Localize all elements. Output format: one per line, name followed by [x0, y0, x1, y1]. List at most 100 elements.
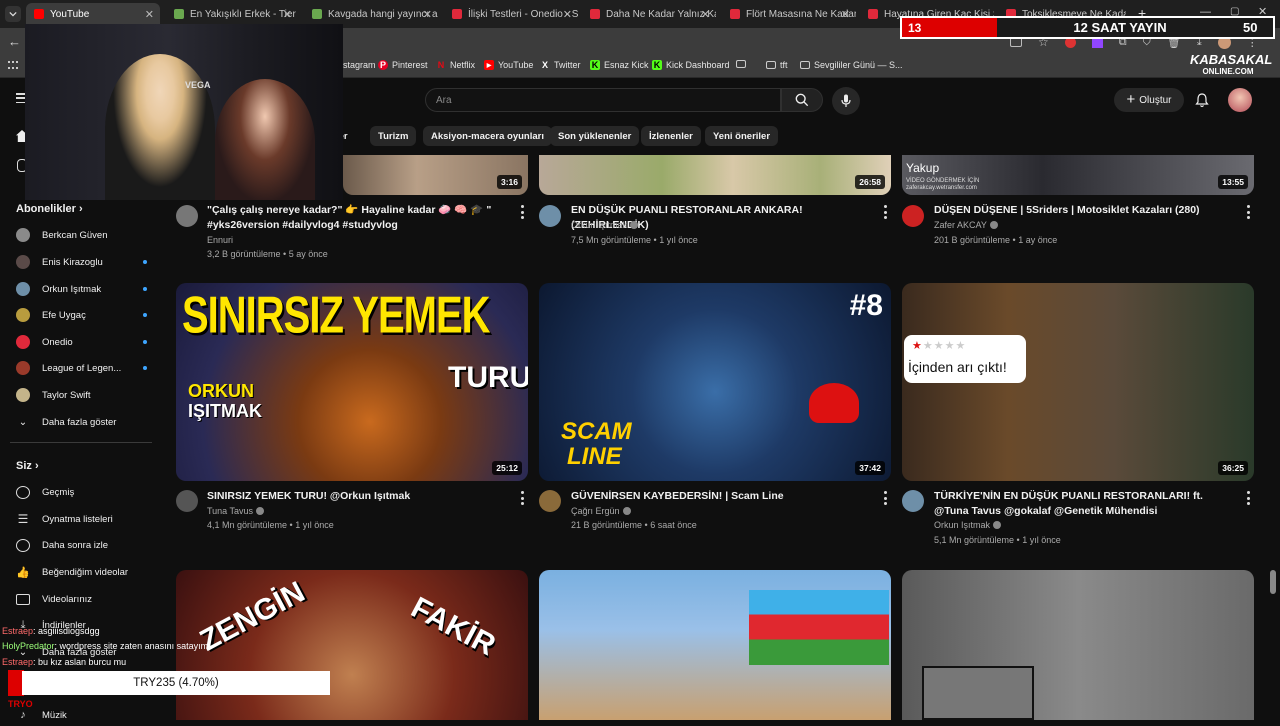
browser-tab[interactable]: İlişki Testleri - Onedio - Su ✕	[444, 3, 578, 25]
you-header[interactable]: Siz ›	[16, 460, 39, 472]
notifications-bell-icon[interactable]	[1192, 90, 1212, 110]
video-menu-icon[interactable]	[519, 205, 525, 219]
subscriptions-header[interactable]: Abonelikler ›	[16, 203, 83, 215]
close-tab-icon[interactable]: ✕	[145, 8, 154, 21]
chip-son-yuklenenler[interactable]: Son yüklenenler	[550, 126, 640, 146]
bookmark-youtube[interactable]: ▶ YouTube	[484, 60, 533, 70]
video-title[interactable]: "Çalış çalış nereye kadar?" 👉 Hayaline k…	[207, 203, 492, 233]
search-input[interactable]: Ara	[425, 88, 781, 112]
create-label: Oluştur	[1139, 94, 1172, 106]
bookmark-kick-dashboard[interactable]: K Kick Dashboard	[652, 60, 730, 70]
channel-avatar[interactable]	[902, 205, 924, 227]
video-thumbnail[interactable]	[539, 570, 891, 720]
apps-grid-icon[interactable]	[8, 61, 18, 71]
chip-yeni-oneriler[interactable]: Yeni öneriler	[705, 126, 779, 146]
thumbnail-text: ZENGİN	[194, 575, 311, 658]
sidebar-sub-orkun[interactable]: Orkun Işıtmak	[10, 278, 155, 300]
bookmark-twitter[interactable]: X Twitter	[540, 60, 581, 70]
video-menu-icon[interactable]	[1245, 491, 1251, 505]
video-thumbnail[interactable]: Yakup VİDEO GÖNDERMEK İÇİN zaferakcay.we…	[902, 155, 1254, 195]
bookmark-instagram[interactable]: stagram	[343, 60, 376, 70]
video-title[interactable]: SINIRSIZ YEMEK TURU! @Orkun Işıtmak	[207, 489, 507, 504]
video-menu-icon[interactable]	[1245, 205, 1251, 219]
channel-name[interactable]: Çağrı Ergün	[571, 506, 631, 516]
new-content-dot	[143, 340, 147, 344]
video-thumbnail[interactable]: 3:16	[343, 155, 528, 195]
video-thumbnail[interactable]: ★★★★★ İçinden arı çıktı! 36:25	[902, 283, 1254, 481]
sidebar-your-videos[interactable]: Videolarınız	[10, 588, 155, 610]
bookmark-esnaz-kick[interactable]: K Esnaz Kick	[590, 60, 649, 70]
playlist-icon: ☰	[17, 512, 29, 526]
sidebar-sub-efe[interactable]: Efe Uygaç	[10, 304, 155, 326]
voice-search-button[interactable]	[832, 87, 860, 115]
verified-icon	[622, 507, 631, 515]
bookmark-folder[interactable]	[736, 60, 746, 68]
browser-tab[interactable]: Flört Masasına Ne Kadar ✕	[722, 3, 856, 25]
sidebar-history[interactable]: Geçmiş	[10, 481, 155, 503]
browser-tab[interactable]: Kavgada hangi yayıncı alır ✕	[304, 3, 438, 25]
bookmark-tft[interactable]: tft	[766, 60, 788, 70]
channel-avatar[interactable]	[176, 490, 198, 512]
chip-aksiyon[interactable]: Aksiyon-macera oyunları	[423, 126, 552, 146]
close-tab-icon[interactable]: ✕	[283, 8, 292, 21]
channel-name[interactable]: Orkun Işıtmak	[934, 520, 1002, 530]
close-tab-icon[interactable]: ✕	[423, 8, 432, 21]
sidebar-sub-lol[interactable]: League of Legen...	[10, 357, 155, 379]
channel-name[interactable]: Ennuri	[207, 235, 233, 245]
sidebar-sub-enis[interactable]: Enis Kirazoglu	[10, 251, 155, 273]
plus-icon: +	[1126, 91, 1136, 108]
channel-avatar[interactable]	[902, 490, 924, 512]
sidebar-sub-taylor[interactable]: Taylor Swift	[10, 384, 155, 406]
chip-izlenenler[interactable]: İzlenenler	[641, 126, 701, 146]
stream-counter-left: 13	[902, 18, 997, 37]
video-title[interactable]: GÜVENİRSEN KAYBEDERSİN! | Scam Line	[571, 489, 871, 504]
folder-icon	[800, 61, 810, 69]
channel-avatar[interactable]	[539, 205, 561, 227]
sidebar-watch-later[interactable]: Daha sonra izle	[10, 534, 155, 556]
browser-tab-youtube[interactable]: YouTube ✕	[26, 3, 160, 25]
video-thumbnail[interactable]	[902, 570, 1254, 720]
back-arrow-icon[interactable]: ←	[8, 34, 21, 49]
channel-name[interactable]: Orkun Işıtmak	[571, 220, 639, 230]
bubble-text: İçinden arı çıktı!	[908, 359, 1007, 375]
sidebar-sub-onedio[interactable]: Onedio	[10, 331, 155, 353]
channel-name[interactable]: Zafer AKCAY	[934, 220, 998, 230]
sidebar-playlists[interactable]: ☰ Oynatma listeleri	[10, 508, 155, 530]
bookmark-sevgililer[interactable]: Sevgililer Günü — S...	[800, 60, 903, 70]
video-thumbnail[interactable]: SINIRSIZ YEMEK ORKUN IŞITMAK TURU! 25:12	[176, 283, 528, 481]
sidebar-item-label: Taylor Swift	[42, 389, 91, 401]
video-menu-icon[interactable]	[519, 491, 525, 505]
verified-icon	[989, 221, 998, 229]
youtube-icon: ▶	[484, 60, 494, 70]
video-menu-icon[interactable]	[882, 205, 888, 219]
video-thumbnail[interactable]: ZENGİN FAKİR	[176, 570, 528, 720]
video-title[interactable]: DÜŞEN DÜŞENE | 5Sriders | Motosiklet Kaz…	[934, 203, 1234, 218]
bookmark-netflix[interactable]: N Netflix	[436, 60, 475, 70]
create-button[interactable]: + Oluştur	[1114, 88, 1184, 112]
close-tab-icon[interactable]: ✕	[701, 8, 710, 21]
user-avatar[interactable]	[1228, 88, 1252, 112]
channel-avatar[interactable]	[539, 490, 561, 512]
video-duration: 36:25	[1218, 461, 1248, 475]
sidebar-sub-berkcan[interactable]: Berkcan Güven	[10, 224, 155, 246]
channel-name[interactable]: Tuna Tavus	[207, 506, 265, 516]
video-thumbnail[interactable]: 26:58	[539, 155, 891, 195]
close-tab-icon[interactable]: ✕	[841, 8, 850, 21]
browser-tab[interactable]: Daha Ne Kadar Yalnız Kala ✕	[582, 3, 716, 25]
close-tab-icon[interactable]: ✕	[563, 8, 572, 21]
search-button[interactable]	[781, 88, 823, 112]
video-title[interactable]: TÜRKİYE'NİN EN DÜŞÜK PUANLI RESTORANLARI…	[934, 489, 1234, 519]
chat-message: HolyPredator: wordpress site zaten anası…	[2, 641, 209, 651]
sidebar-item-label: Beğendiğim videolar	[42, 566, 129, 578]
video-menu-icon[interactable]	[882, 491, 888, 505]
channel-avatar[interactable]	[176, 205, 198, 227]
tab-search-button[interactable]	[5, 6, 21, 22]
sidebar-show-more[interactable]: ⌄ Daha fazla göster	[10, 411, 155, 433]
browser-tab[interactable]: En Yakışıklı Erkek - Tier Lis ✕	[166, 3, 298, 25]
video-thumbnail[interactable]: #8 SCAM LINE 37:42	[539, 283, 891, 481]
verified-icon	[256, 507, 265, 515]
bookmark-pinterest[interactable]: P Pinterest	[378, 60, 428, 70]
page-scrollbar[interactable]	[1270, 570, 1276, 594]
sidebar-liked[interactable]: 👍 Beğendiğim videolar	[10, 561, 155, 583]
chip-turizm[interactable]: Turizm	[370, 126, 417, 146]
